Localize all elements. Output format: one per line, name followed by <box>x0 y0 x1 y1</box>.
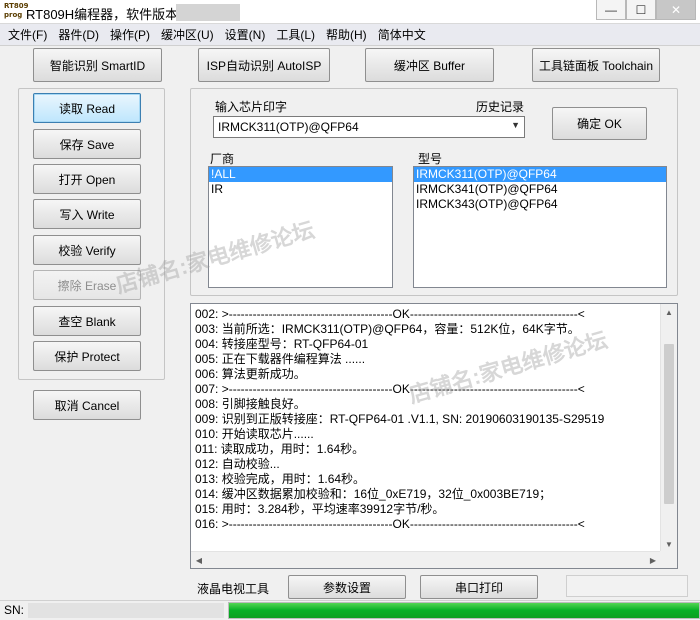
status-box <box>566 575 688 597</box>
version-redacted <box>176 4 240 21</box>
log-line: 002: >----------------------------------… <box>195 307 585 321</box>
confirm-ok-button[interactable]: 确定 OK <box>552 107 647 140</box>
model-item[interactable]: IRMCK311(OTP)@QFP64 <box>414 167 666 182</box>
vertical-scrollbar[interactable]: ▲ ▼ <box>660 304 677 552</box>
log-panel[interactable]: 002: >----------------------------------… <box>190 303 678 569</box>
cancel-button[interactable]: 取消 Cancel <box>33 390 141 420</box>
save-button[interactable]: 保存 Save <box>33 129 141 159</box>
buffer-button[interactable]: 缓冲区 Buffer <box>365 48 494 82</box>
maximize-icon: ☐ <box>635 2 647 17</box>
log-line: 012: 自动校验... <box>195 457 280 471</box>
vendor-item[interactable]: IR <box>209 182 392 197</box>
log-line: 008: 引脚接触良好。 <box>195 397 306 411</box>
lcd-tool-label[interactable]: 液晶电视工具 <box>197 580 269 597</box>
read-button[interactable]: 读取 Read <box>33 93 141 123</box>
log-line: 007: >----------------------------------… <box>195 382 585 396</box>
scroll-thumb[interactable] <box>664 344 674 504</box>
scroll-down-icon[interactable]: ▼ <box>661 536 677 552</box>
menu-settings[interactable]: 设置(N) <box>225 26 266 43</box>
menu-file[interactable]: 文件(F) <box>8 26 47 43</box>
params-button[interactable]: 参数设置 <box>288 575 406 599</box>
sn-label: SN: <box>4 603 25 617</box>
vendor-label: 厂商 <box>210 152 235 166</box>
log-line: 006: 算法更新成功。 <box>195 367 306 381</box>
vendor-list[interactable]: !ALL IR <box>208 166 393 288</box>
log-line: 005: 正在下载器件编程算法 ...... <box>195 352 366 366</box>
maximize-button[interactable]: ☐ <box>626 0 656 20</box>
model-label: 型号 <box>418 152 443 166</box>
model-item[interactable]: IRMCK341(OTP)@QFP64 <box>414 182 666 197</box>
log-line: 016: >----------------------------------… <box>195 517 585 531</box>
log-line: 015: 用时：3.284秒，平均速率39912字节/秒。 <box>195 502 445 516</box>
scroll-corner <box>660 551 677 568</box>
log-line: 010: 开始读取芯片...... <box>195 427 314 441</box>
log-line: 013: 校验完成，用时：1.64秒。 <box>195 472 366 486</box>
menu-device[interactable]: 器件(D) <box>58 26 99 43</box>
scroll-left-icon[interactable]: ◀ <box>191 552 207 568</box>
log-line: 009: 识别到正版转接座：RT-QFP64-01 .V1.1, SN: 201… <box>195 412 605 426</box>
smartid-button[interactable]: 智能识别 SmartID <box>33 48 162 82</box>
close-icon: ✕ <box>670 2 682 17</box>
erase-button[interactable]: 擦除 Erase <box>33 270 141 300</box>
close-button[interactable]: ✕ <box>656 0 696 20</box>
progress-fill <box>229 603 699 618</box>
sn-value-redacted <box>28 603 224 618</box>
open-button[interactable]: 打开 Open <box>33 164 141 194</box>
verify-button[interactable]: 校验 Verify <box>33 235 141 265</box>
chip-combo[interactable]: IRMCK311(OTP)@QFP64 ▼ <box>213 116 525 138</box>
log-line: 004: 转接座型号：RT-QFP64-01 <box>195 337 369 351</box>
log-line: 014: 缓冲区数据累加校验和：16位_0xE719，32位_0x003BE71… <box>195 487 552 501</box>
scroll-up-icon[interactable]: ▲ <box>661 304 677 320</box>
scroll-right-icon[interactable]: ▶ <box>645 552 661 568</box>
autoisp-button[interactable]: ISP自动识别 AutoISP <box>198 48 330 82</box>
log-line: 003: 当前所选：IRMCK311(OTP)@QFP64，容量：512K位，6… <box>195 322 580 336</box>
chevron-down-icon[interactable]: ▼ <box>511 120 520 130</box>
log-lines: 002: >----------------------------------… <box>195 307 657 532</box>
window-title: RT809H编程器，软件版本： <box>26 7 192 22</box>
blank-button[interactable]: 查空 Blank <box>33 306 141 336</box>
menu-tools[interactable]: 工具(L) <box>276 26 315 43</box>
menu-buffer[interactable]: 缓冲区(U) <box>161 26 214 43</box>
menu-operation[interactable]: 操作(P) <box>110 26 150 43</box>
progress-bar <box>228 602 700 619</box>
menu-bar: 文件(F) 器件(D) 操作(P) 缓冲区(U) 设置(N) 工具(L) 帮助(… <box>0 24 700 46</box>
vendor-item[interactable]: !ALL <box>209 167 392 182</box>
model-item[interactable]: IRMCK343(OTP)@QFP64 <box>414 197 666 212</box>
log-line: 011: 读取成功，用时：1.64秒。 <box>195 442 365 456</box>
chip-combo-value: IRMCK311(OTP)@QFP64 <box>218 120 359 134</box>
app-icon: RT809 prog <box>4 2 29 19</box>
serial-print-button[interactable]: 串口打印 <box>420 575 538 599</box>
protect-button[interactable]: 保护 Protect <box>33 341 141 371</box>
menu-help[interactable]: 帮助(H) <box>326 26 367 43</box>
toolchain-button[interactable]: 工具链面板 Toolchain <box>532 48 660 82</box>
minimize-button[interactable]: — <box>596 0 626 20</box>
menu-language[interactable]: 简体中文 <box>378 26 426 43</box>
chip-input-label: 输入芯片印字 <box>215 100 288 114</box>
write-button[interactable]: 写入 Write <box>33 199 141 229</box>
history-label: 历史记录 <box>476 100 525 114</box>
minimize-icon: — <box>605 2 617 17</box>
model-list[interactable]: IRMCK311(OTP)@QFP64 IRMCK341(OTP)@QFP64 … <box>413 166 667 288</box>
horizontal-scrollbar[interactable]: ◀ ▶ <box>191 551 661 568</box>
